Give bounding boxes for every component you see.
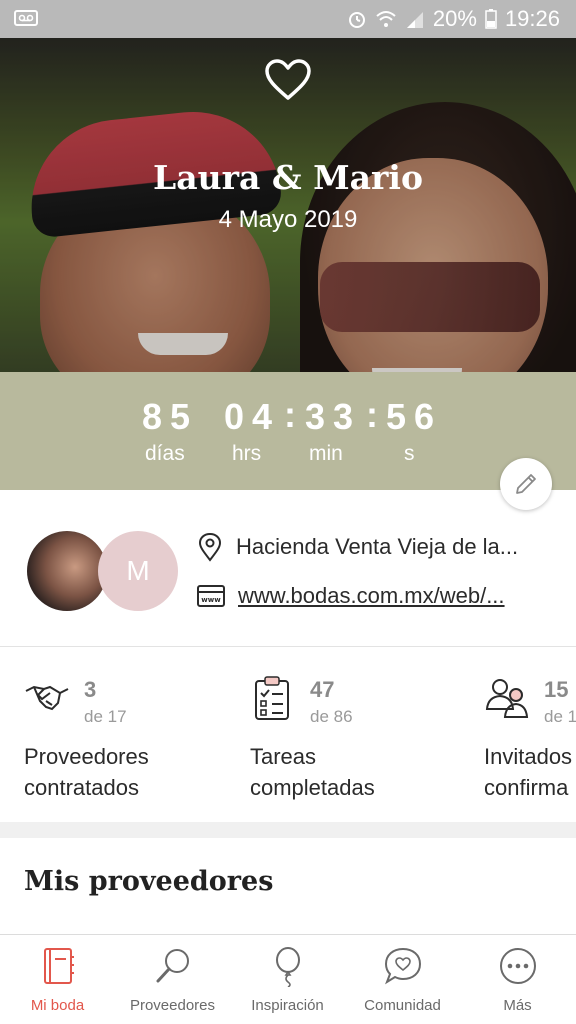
- stat-total: de 86: [310, 707, 353, 726]
- website-row[interactable]: www www.bodas.com.mx/web/...: [196, 579, 505, 613]
- countdown-hours: 04: [224, 396, 281, 437]
- nav-label: Inspiración: [251, 997, 324, 1014]
- checklist-icon: [255, 676, 289, 720]
- battery-icon: [485, 9, 497, 29]
- countdown-minutes-label: min: [309, 442, 343, 465]
- venue-name: Hacienda Venta Vieja de la...: [236, 534, 519, 559]
- divider: [0, 646, 576, 647]
- svg-text:www: www: [201, 596, 221, 604]
- battery-percent: 20%: [432, 6, 477, 31]
- web-browser-icon: www: [197, 585, 225, 607]
- voicemail-icon: [14, 10, 38, 26]
- stat-count: 47: [310, 677, 335, 702]
- website-link[interactable]: www.bodas.com.mx/web/...: [238, 583, 505, 609]
- nav-label: Mi boda: [30, 997, 85, 1014]
- location-pin-icon: [198, 532, 222, 562]
- section-separator: [0, 822, 576, 838]
- stat-count: 15: [544, 677, 569, 702]
- stat-total: de 17: [84, 707, 127, 726]
- bottom-nav: Mi boda Proveedores Inspiración Comunida…: [0, 934, 576, 1024]
- countdown-hours-label: hrs: [232, 442, 262, 465]
- nav-item-proveedores[interactable]: Proveedores: [115, 935, 230, 1024]
- nav-label: Proveedores: [129, 997, 216, 1014]
- clock: 19:26: [504, 6, 560, 31]
- countdown-separator: :: [284, 394, 296, 435]
- couple-names: Laura & Mario: [153, 158, 423, 197]
- alarm-icon: [348, 12, 365, 28]
- status-bar: 20% 19:26: [0, 0, 576, 38]
- nav-label: Más: [503, 997, 532, 1014]
- countdown: 85 04 : 33 : 56 días hrs min s: [0, 372, 576, 490]
- stat-count: 3: [84, 677, 97, 702]
- handshake-icon: [25, 685, 69, 711]
- nav-label: Comunidad: [364, 997, 441, 1014]
- magnifier-icon: [156, 949, 189, 983]
- venue-row[interactable]: Hacienda Venta Vieja de la...: [196, 530, 518, 564]
- nav-item-comunidad[interactable]: Comunidad: [345, 935, 460, 1024]
- signal-icon: [406, 12, 423, 28]
- wifi-icon: [376, 11, 396, 27]
- providers-section-title: Mis proveedores: [24, 866, 274, 897]
- stat-label: Proveedores contratados: [24, 744, 149, 800]
- nav-item-mi-boda[interactable]: Mi boda: [0, 935, 115, 1024]
- countdown-seconds: 56: [386, 396, 443, 437]
- couple-avatar[interactable]: [27, 531, 107, 611]
- countdown-separator: :: [366, 394, 378, 435]
- nav-item-inspiracion[interactable]: Inspiración: [230, 935, 345, 1024]
- heart-icon: [265, 59, 311, 100]
- partner-avatar[interactable]: M: [98, 531, 178, 611]
- stat-total: de 1: [544, 707, 576, 726]
- stat-label: Invitados confirma: [484, 744, 573, 800]
- countdown-seconds-label: s: [404, 442, 415, 465]
- chat-heart-icon: [384, 947, 422, 985]
- countdown-minutes: 33: [305, 396, 362, 437]
- balloon-icon: [276, 947, 300, 987]
- edit-button[interactable]: [500, 458, 552, 510]
- countdown-days: 85: [142, 396, 199, 437]
- countdown-days-label: días: [145, 442, 185, 465]
- stat-label: Tareas completadas: [250, 744, 375, 800]
- nav-item-mas[interactable]: Más: [460, 935, 575, 1024]
- wedding-date: 4 Mayo 2019: [218, 206, 358, 233]
- more-dots-icon: [500, 948, 536, 984]
- notebook-icon: [44, 948, 74, 984]
- guests-icon: [485, 679, 529, 718]
- pencil-icon: [516, 474, 536, 494]
